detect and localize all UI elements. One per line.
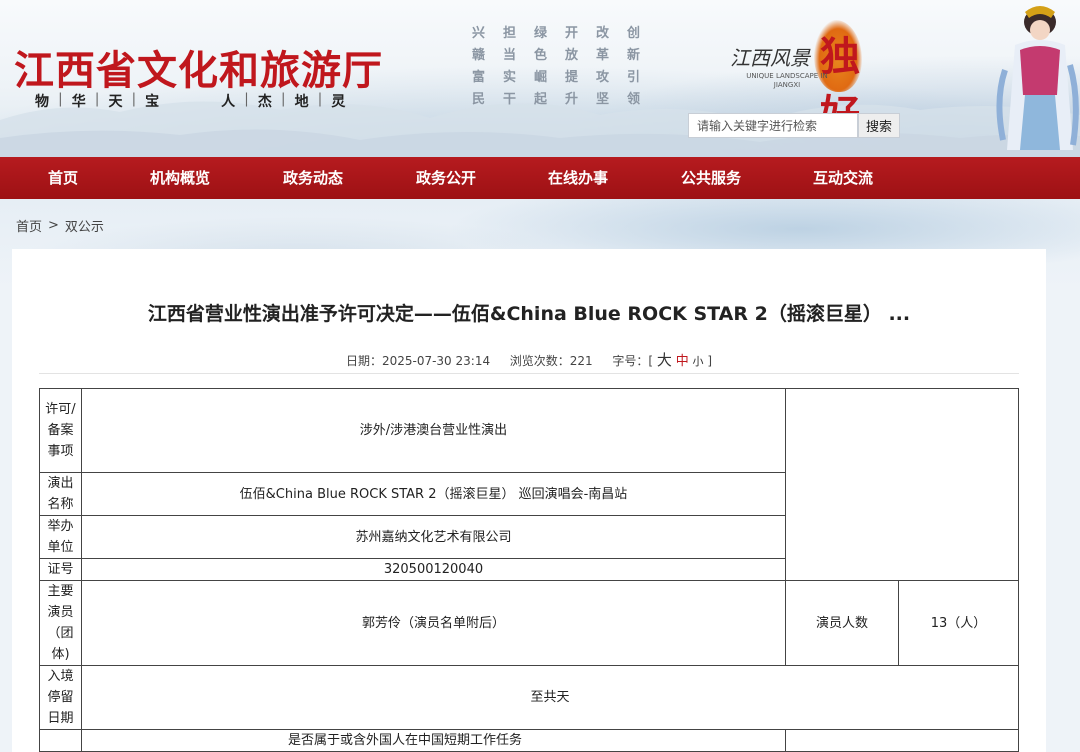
font-size-large-button[interactable]: 大 [657,351,672,369]
motto-char: 灵 [331,94,346,110]
poem-char: 赣 [471,48,485,63]
breadcrumb-home-link[interactable]: 首页 [16,216,42,235]
table-row: 许可/备案事项 涉外/涉港澳台营业性演出 [39,388,1019,581]
actor-count-value: 13（人） [898,580,1019,666]
host-label: 举办单位 [39,515,82,559]
show-name-value: 伍佰&China Blue ROCK STAR 2（摇滚巨星） 巡回演唱会-南昌… [81,472,786,516]
search-button[interactable]: 搜索 [858,113,900,138]
poem-char: 领 [626,92,640,107]
font-size-small-button[interactable]: 小 [693,355,704,368]
poem-char: 坚 [595,92,609,107]
poem-char: 引 [626,70,640,85]
permit-item-label: 许可/备案事项 [39,388,82,473]
table-row: 入境停留日期 至共天 [39,665,1019,730]
logo-text-en: UNIQUE LANDSCAPE IN JIANGXI [746,72,828,89]
poem-char: 攻 [595,70,609,85]
empty-cell [785,388,1019,581]
poem-char: 民 [471,92,485,107]
font-size-close-bracket: ] [707,354,713,368]
poem-char: 兴 [471,26,485,41]
foreign-work-question: 是否属于或含外国人在中国短期工作任务 [81,729,786,752]
nav-item-interaction[interactable]: 互动交流 [813,157,873,199]
poem-char: 实 [502,70,516,85]
logo-text-cn: 江西风景 [730,46,810,70]
stay-period-value: 至共天 [81,665,1019,730]
permit-info-table: 许可/备案事项 涉外/涉港澳台营业性演出 演出名称 伍佰&China Blue … [39,388,1019,752]
poem-char: 担 [502,26,516,41]
site-header: 江西省文化和旅游厅 物 | 华 | 天 | 宝 人 | 杰 | 地 | 灵 兴 … [0,0,1080,157]
cert-number-value: 320500120040 [81,558,786,581]
stay-period-label: 入境停留日期 [39,665,82,730]
poem-char: 提 [564,70,578,85]
permit-item-value: 涉外/涉港澳台营业性演出 [81,388,786,473]
motto-char: 地 [294,94,309,110]
poem-char: 新 [626,48,640,63]
breadcrumb: 首页 > 双公示 [16,216,104,235]
jiangxi-landscape-logo: 江西风景 独好 UNIQUE LANDSCAPE IN JIANGXI [728,18,898,138]
motto-gap [168,91,212,111]
poem-char: 升 [564,92,578,107]
poem-char: 创 [626,26,640,41]
views-label: 浏览次数： [509,354,570,368]
nav-item-news[interactable]: 政务动态 [283,157,343,199]
motto-char: 华 [71,94,86,110]
host-value: 苏州嘉纳文化艺术有限公司 [81,515,786,559]
poem-char: 革 [595,48,609,63]
motto-char: 人 [221,94,236,110]
motto-char: 杰 [257,94,272,110]
poem-char: 色 [533,48,547,63]
main-actors-value: 郭芳伶（演员名单附后） [81,580,786,666]
empty-cell [785,729,1019,752]
table-row: 是否属于或含外国人在中国短期工作任务 [39,729,1019,752]
nav-item-online-services[interactable]: 在线办事 [548,157,608,199]
date-label: 日期： [345,354,382,368]
poem-char: 富 [471,70,485,85]
main-nav: 首页 机构概览 政务动态 政务公开 在线办事 公共服务 互动交流 [0,157,1080,199]
article-meta: 日期：2025-07-30 23:14 浏览次数：221 字号：[ 大 中 小 … [12,349,1046,370]
show-name-label: 演出名称 [39,472,82,516]
poem-char: 崛 [533,70,547,85]
search-input[interactable] [688,113,858,138]
poem-char: 放 [564,48,578,63]
breadcrumb-separator: > [48,218,59,233]
motto-char: 宝 [145,94,160,110]
font-size-label: 字号：[ [612,354,654,368]
actor-count-label: 演员人数 [785,580,899,666]
motto-char: 天 [108,94,123,110]
table-row: 主要演员（团体) 郭芳伶（演员名单附后） 演员人数 13（人） [39,580,1019,666]
empty-cell [39,729,82,752]
poem-char: 起 [533,92,547,107]
opera-performer-illustration [996,6,1079,150]
nav-item-organization[interactable]: 机构概览 [150,157,210,199]
nav-item-disclosure[interactable]: 政务公开 [416,157,476,199]
nav-item-public-services[interactable]: 公共服务 [681,157,741,199]
publish-date: 2025-07-30 23:14 [381,354,491,368]
motto-char: 物 [35,94,49,110]
main-actors-label: 主要演员（团体) [39,580,82,666]
poem-char: 开 [564,26,578,41]
font-size-medium-button[interactable]: 中 [676,354,689,369]
nav-item-home[interactable]: 首页 [48,157,78,199]
poem-char: 当 [502,48,516,63]
title-divider [39,373,1019,374]
site-motto: 物 | 华 | 天 | 宝 人 | 杰 | 地 | 灵 [26,91,354,111]
site-title: 江西省文化和旅游厅 [14,47,383,94]
poem-char: 绿 [533,26,547,41]
poem-char: 改 [595,26,609,41]
header-poem: 兴 担 绿 开 改 创 赣 当 色 放 革 新 富 实 崛 提 攻 引 民 干 … [463,22,649,107]
view-count: 221 [569,354,593,368]
breadcrumb-current-link[interactable]: 双公示 [65,216,104,235]
poem-char: 干 [502,92,516,107]
cert-number-label: 证号 [39,558,82,581]
article-title: 江西省营业性演出准予许可决定——伍佰&China Blue ROCK STAR … [147,303,911,325]
